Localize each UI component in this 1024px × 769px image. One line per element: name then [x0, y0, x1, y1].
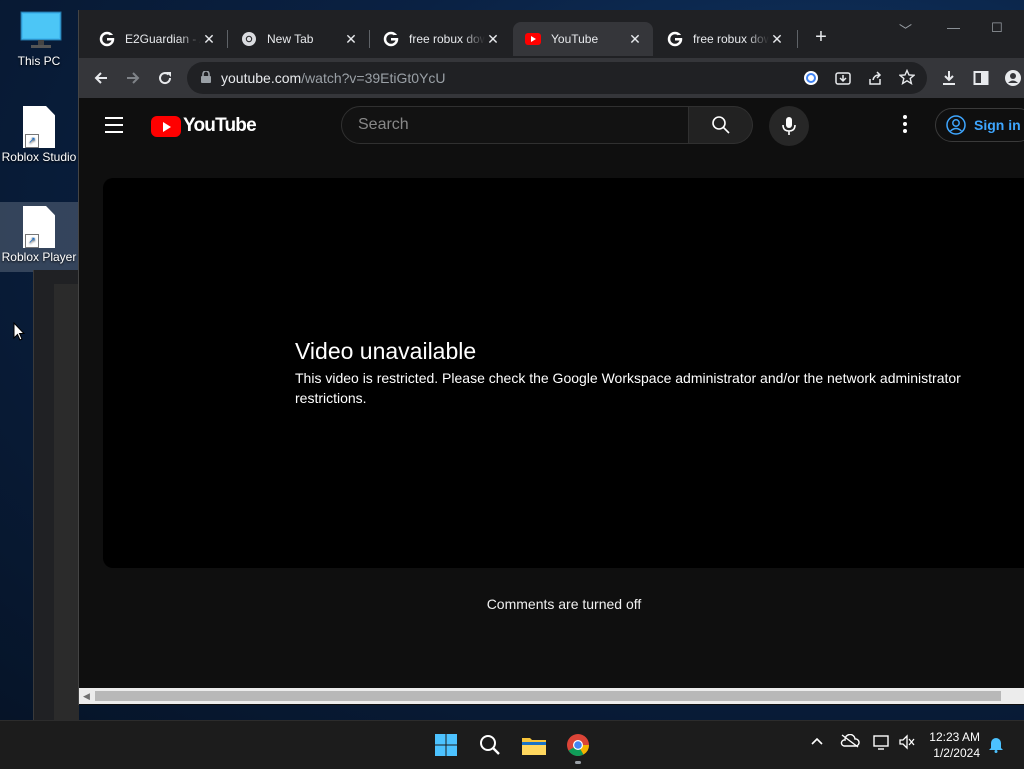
microphone-icon: [782, 117, 796, 135]
desktop-icon-this-pc[interactable]: This PC: [0, 10, 78, 68]
more-options-icon[interactable]: [901, 115, 909, 136]
minimize-icon[interactable]: —: [947, 20, 960, 35]
tab-title: free robux dow: [693, 32, 769, 46]
menu-icon[interactable]: [105, 117, 123, 138]
youtube-icon: [525, 31, 541, 47]
horizontal-scrollbar[interactable]: ◀: [79, 688, 1024, 704]
folder-icon: [522, 738, 546, 755]
close-tab-icon[interactable]: ✕: [627, 31, 643, 48]
taskbar: 12:23 AM 1/2/2024: [0, 720, 1024, 769]
windows-logo-icon: [435, 734, 457, 756]
shortcut-file-icon: ↗: [19, 106, 59, 148]
sign-in-button[interactable]: Sign in: [935, 108, 1024, 142]
background-window[interactable]: [33, 270, 79, 724]
search-button[interactable]: [689, 106, 753, 144]
address-bar[interactable]: youtube.com/watch?v=39EtiGt0YcU: [187, 62, 927, 94]
tab-free-robux-1[interactable]: free robux dow ✕: [371, 22, 511, 56]
video-player[interactable]: Video unavailable This video is restrict…: [103, 178, 1024, 568]
monitor-icon: [19, 10, 62, 50]
search-icon: [480, 735, 500, 755]
scroll-left-icon[interactable]: ◀: [83, 691, 90, 702]
new-tab-button[interactable]: +: [809, 26, 833, 48]
share-icon[interactable]: [867, 70, 883, 89]
back-arrow-icon[interactable]: [89, 66, 113, 90]
reload-icon[interactable]: [153, 66, 177, 90]
scrollbar-thumb[interactable]: [95, 691, 1001, 701]
desktop-icon-label: Roblox Player: [1, 250, 77, 264]
error-message: This video is restricted. Please check t…: [295, 370, 961, 406]
search-input[interactable]: Search: [341, 106, 689, 144]
google-g-icon: [383, 31, 399, 47]
youtube-header: YouTube Search Sign in: [79, 98, 1024, 154]
forward-arrow-icon[interactable]: [121, 66, 145, 90]
desktop-icon-roblox-studio[interactable]: ↗ Roblox Studio: [0, 106, 78, 164]
url-host: youtube.com: [221, 70, 302, 86]
sign-in-label: Sign in: [974, 117, 1021, 133]
account-icon: [946, 115, 966, 135]
onedrive-offline-icon[interactable]: [840, 733, 860, 751]
lock-icon: [201, 70, 211, 86]
tab-free-robux-2[interactable]: free robux dow ✕: [655, 22, 795, 56]
close-tab-icon[interactable]: ✕: [485, 31, 501, 48]
profile-icon[interactable]: [1001, 66, 1024, 90]
chrome-window: E2Guardian - A ✕ New Tab ✕ free robux do…: [78, 10, 1024, 705]
google-g-icon: [667, 31, 683, 47]
google-lens-icon[interactable]: [803, 70, 819, 89]
error-title: Video unavailable: [295, 338, 477, 364]
tab-title: E2Guardian - A: [125, 32, 201, 46]
google-g-icon: [99, 31, 115, 47]
url-path: /watch?v=39EtiGt0YcU: [301, 70, 446, 86]
desktop-icon-label: This PC: [17, 54, 61, 68]
close-tab-icon[interactable]: ✕: [769, 31, 785, 48]
shortcut-file-icon: ↗: [19, 206, 59, 248]
volume-muted-icon[interactable]: [898, 734, 916, 753]
comments-status: Comments are turned off: [486, 596, 642, 612]
youtube-logo-text: YouTube: [183, 115, 257, 136]
tab-title: YouTube: [551, 32, 599, 46]
youtube-page: YouTube Search Sign in Video unavailable…: [79, 98, 1024, 688]
system-clock[interactable]: 12:23 AM 1/2/2024: [920, 729, 980, 761]
clock-date: 1/2/2024: [933, 746, 980, 760]
tab-title: free robux dow: [409, 32, 485, 46]
show-hidden-icons-chevron-icon[interactable]: [810, 734, 824, 751]
tab-e2guardian[interactable]: E2Guardian - A ✕: [87, 22, 227, 56]
file-explorer-button[interactable]: [518, 729, 550, 761]
maximize-icon[interactable]: ☐: [991, 20, 1003, 36]
youtube-play-icon: [151, 115, 181, 137]
close-tab-icon[interactable]: ✕: [343, 31, 359, 48]
network-icon[interactable]: [872, 734, 892, 753]
tab-strip: E2Guardian - A ✕ New Tab ✕ free robux do…: [79, 10, 1024, 58]
bookmark-star-icon[interactable]: [898, 68, 916, 88]
start-button[interactable]: [430, 729, 462, 761]
search-icon: [711, 116, 730, 134]
notification-bell-icon[interactable]: [988, 735, 1004, 756]
chrome-icon: [241, 31, 257, 47]
desktop-icon-label: Roblox Studio: [1, 150, 77, 164]
taskbar-search-button[interactable]: [474, 729, 506, 761]
chrome-taskbar-button[interactable]: [562, 729, 594, 764]
tab-search-chevron-icon[interactable]: ﹀: [899, 20, 912, 39]
tab-title: New Tab: [267, 32, 314, 46]
voice-search-button[interactable]: [769, 106, 809, 146]
side-panel-icon[interactable]: [969, 66, 993, 90]
download-icon[interactable]: [937, 66, 961, 90]
close-tab-icon[interactable]: ✕: [201, 31, 217, 48]
install-app-icon[interactable]: [835, 70, 851, 89]
chrome-icon: [567, 734, 589, 756]
mouse-cursor-icon: [13, 321, 26, 347]
tab-new-tab[interactable]: New Tab ✕: [229, 22, 369, 56]
youtube-logo[interactable]: YouTube: [151, 115, 257, 137]
browser-toolbar: youtube.com/watch?v=39EtiGt0YcU: [79, 58, 1024, 98]
desktop-icon-roblox-player[interactable]: ↗ Roblox Player: [0, 202, 78, 272]
clock-time: 12:23 AM: [929, 730, 980, 744]
tab-youtube[interactable]: YouTube ✕: [513, 22, 653, 56]
